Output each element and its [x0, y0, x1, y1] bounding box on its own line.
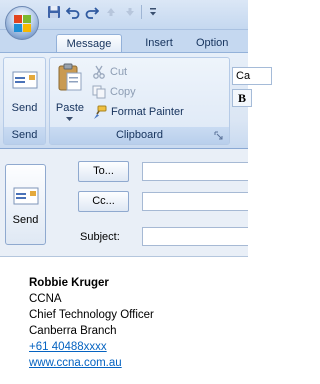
copy-label: Copy [110, 86, 136, 98]
send-button[interactable]: Send [4, 62, 45, 122]
subject-label: Subject: [80, 231, 120, 243]
format-painter-label: Format Painter [111, 106, 184, 118]
send-icon [12, 71, 38, 89]
copy-button[interactable]: Copy [92, 83, 136, 101]
office-button[interactable] [5, 6, 39, 40]
office-logo-icon [14, 15, 31, 32]
quick-access-toolbar [46, 3, 161, 21]
customize-toolbar-icon[interactable] [145, 4, 161, 20]
paste-button-label: Paste [55, 102, 85, 114]
ribbon: Send Send Paste Cut Copy Format Painter … [0, 52, 272, 149]
format-painter-button[interactable]: Format Painter [92, 103, 184, 121]
paste-icon [58, 63, 82, 91]
signature-title: Chief Technology Officer [29, 309, 154, 321]
save-icon[interactable] [46, 4, 62, 20]
message-body[interactable]: Robbie Kruger CCNA Chief Technology Offi… [0, 258, 248, 384]
cc-field[interactable] [142, 192, 248, 211]
dialog-launcher-icon[interactable] [214, 131, 223, 140]
cut-button[interactable]: Cut [92, 63, 127, 81]
chevron-down-icon [66, 117, 73, 121]
clipboard-group-label: Clipboard [50, 127, 229, 144]
to-button[interactable]: To... [78, 161, 129, 182]
paste-button[interactable]: Paste [52, 60, 88, 124]
redo-icon[interactable] [84, 4, 100, 20]
clipboard-group: Paste Cut Copy Format Painter Clipboard [49, 57, 230, 145]
arrow-up-icon[interactable] [103, 4, 119, 20]
message-header: Send To... Cc... Subject: [0, 149, 248, 257]
font-name-dropdown[interactable]: Ca [232, 67, 272, 85]
signature-website-link[interactable]: www.ccna.com.au [29, 357, 122, 369]
signature-name: Robbie Kruger [29, 277, 109, 289]
signature-company: CCNA [29, 293, 62, 305]
ribbon-tab-bar: Message Insert Option [0, 30, 248, 52]
copy-icon [92, 85, 106, 99]
send-group-label: Send [4, 127, 45, 144]
subject-field[interactable] [142, 227, 248, 246]
tab-options[interactable]: Option [196, 34, 248, 52]
signature-branch: Canberra Branch [29, 325, 117, 337]
send-message-button[interactable]: Send [5, 164, 46, 245]
toolbar-separator [141, 5, 142, 19]
send-button-label: Send [11, 102, 38, 114]
tab-insert[interactable]: Insert [136, 34, 182, 52]
undo-icon[interactable] [65, 4, 81, 20]
clipboard-group-title: Clipboard [115, 129, 164, 141]
scissors-icon [93, 65, 105, 79]
cc-button[interactable]: Cc... [78, 191, 129, 212]
to-field[interactable] [142, 162, 248, 181]
arrow-down-icon[interactable] [122, 4, 138, 20]
bold-button[interactable]: B [232, 89, 252, 107]
send-icon [13, 187, 39, 205]
cut-label: Cut [110, 66, 128, 78]
send-group: Send Send [3, 57, 46, 145]
signature-phone-link[interactable]: +61 40488xxxx [29, 341, 107, 353]
tab-message[interactable]: Message [56, 34, 122, 52]
paintbrush-icon [94, 105, 107, 119]
title-bar [0, 0, 248, 40]
send-message-label: Send [12, 214, 39, 226]
